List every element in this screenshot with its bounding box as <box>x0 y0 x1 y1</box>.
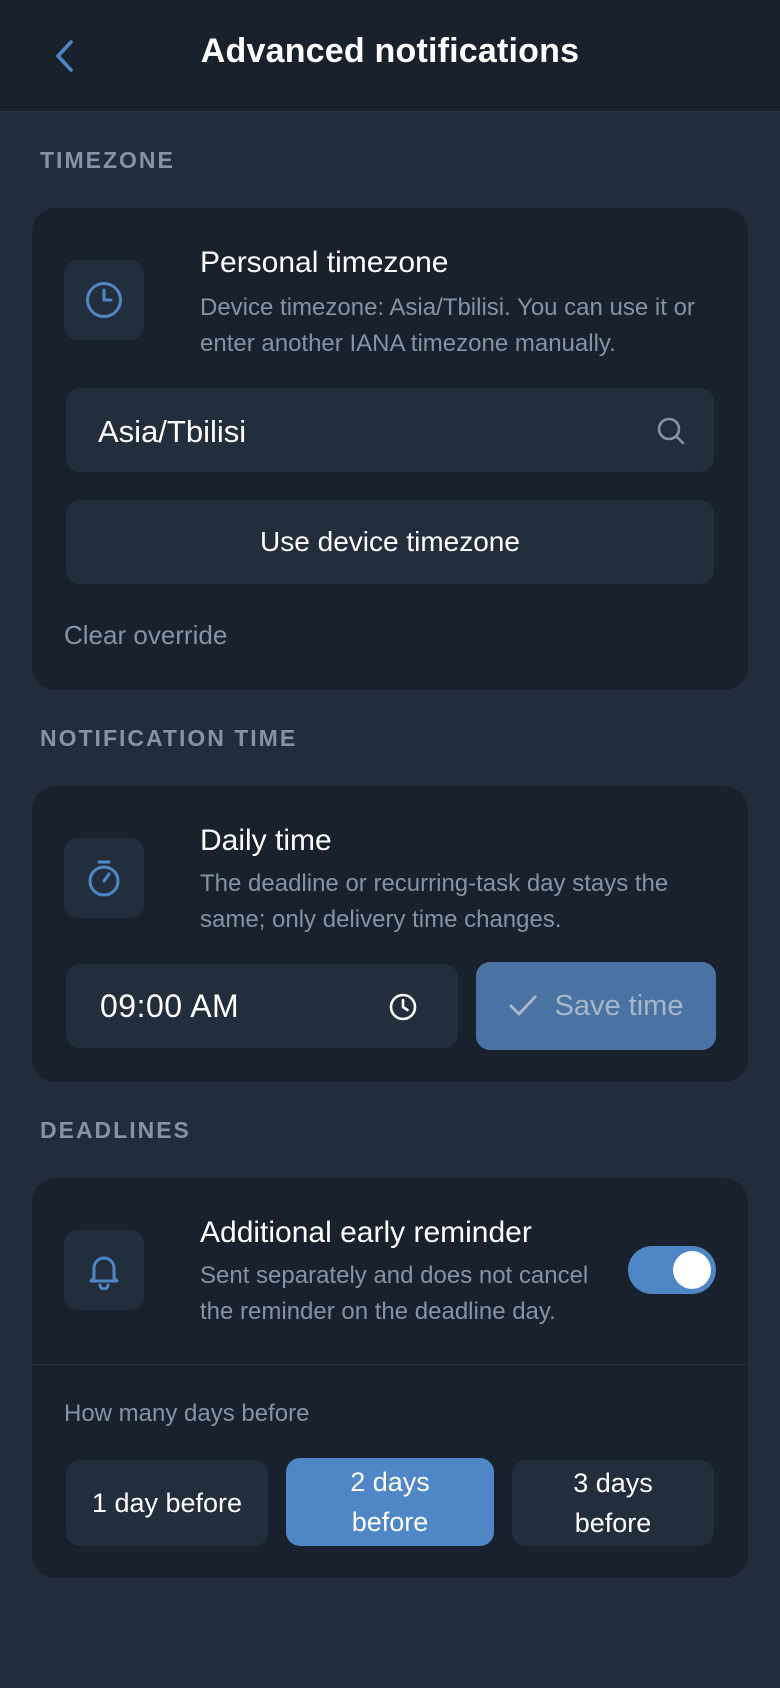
timezone-title: Personal timezone <box>200 246 449 279</box>
daily-time-title: Daily time <box>200 824 332 857</box>
time-value: 09:00 AM <box>100 988 240 1024</box>
timezone-icon-tile <box>64 260 144 340</box>
header-bar: Advanced notifications <box>0 0 780 112</box>
time-picker-field[interactable]: 09:00 AM <box>66 964 458 1048</box>
save-time-label: Save time <box>554 989 684 1022</box>
early-reminder-description: Sent separately and does not cancel the … <box>200 1262 589 1325</box>
deadlines-card: Additional early reminder Sent separatel… <box>32 1178 748 1578</box>
checkmark-icon <box>509 995 537 1016</box>
timezone-card: Personal timezone Device timezone: Asia/… <box>32 208 748 690</box>
timezone-search-field[interactable] <box>66 388 714 472</box>
page-title: Advanced notifications <box>200 32 580 70</box>
search-icon <box>657 417 685 445</box>
option-2-days-before[interactable]: 2 days before <box>286 1458 494 1546</box>
early-reminder-title: Additional early reminder <box>200 1216 532 1249</box>
bell-icon <box>89 1256 119 1290</box>
toggle-knob <box>673 1251 711 1289</box>
timezone-description: Device timezone: Asia/Tbilisi. You can u… <box>200 294 695 357</box>
stopwatch-icon <box>88 860 120 897</box>
clear-override-link[interactable]: Clear override <box>64 620 227 651</box>
early-reminder-icon-tile <box>64 1230 144 1310</box>
clock-icon <box>86 282 122 318</box>
use-device-timezone-button[interactable]: Use device timezone <box>66 500 714 584</box>
timezone-input[interactable] <box>98 414 618 450</box>
section-label-notification-time: NOTIFICATION TIME <box>40 725 298 751</box>
option-1-day-before[interactable]: 1 day before <box>66 1460 268 1546</box>
early-reminder-toggle[interactable] <box>628 1246 716 1294</box>
clock-icon <box>389 993 417 1021</box>
option-2-days-label: 2 days before <box>350 1467 430 1537</box>
section-label-timezone: TIMEZONE <box>40 147 175 173</box>
daily-time-description: The deadline or recurring-task day stays… <box>200 870 669 933</box>
notification-time-card: Daily time The deadline or recurring-tas… <box>32 786 748 1082</box>
divider <box>32 1364 748 1365</box>
section-label-deadlines: DEADLINES <box>40 1117 191 1143</box>
option-3-days-before[interactable]: 3 days before <box>512 1460 714 1546</box>
save-time-button[interactable]: Save time <box>476 962 716 1050</box>
days-before-label: How many days before <box>64 1400 310 1427</box>
option-3-days-label: 3 days before <box>573 1468 653 1538</box>
daily-time-icon-tile <box>64 838 144 918</box>
